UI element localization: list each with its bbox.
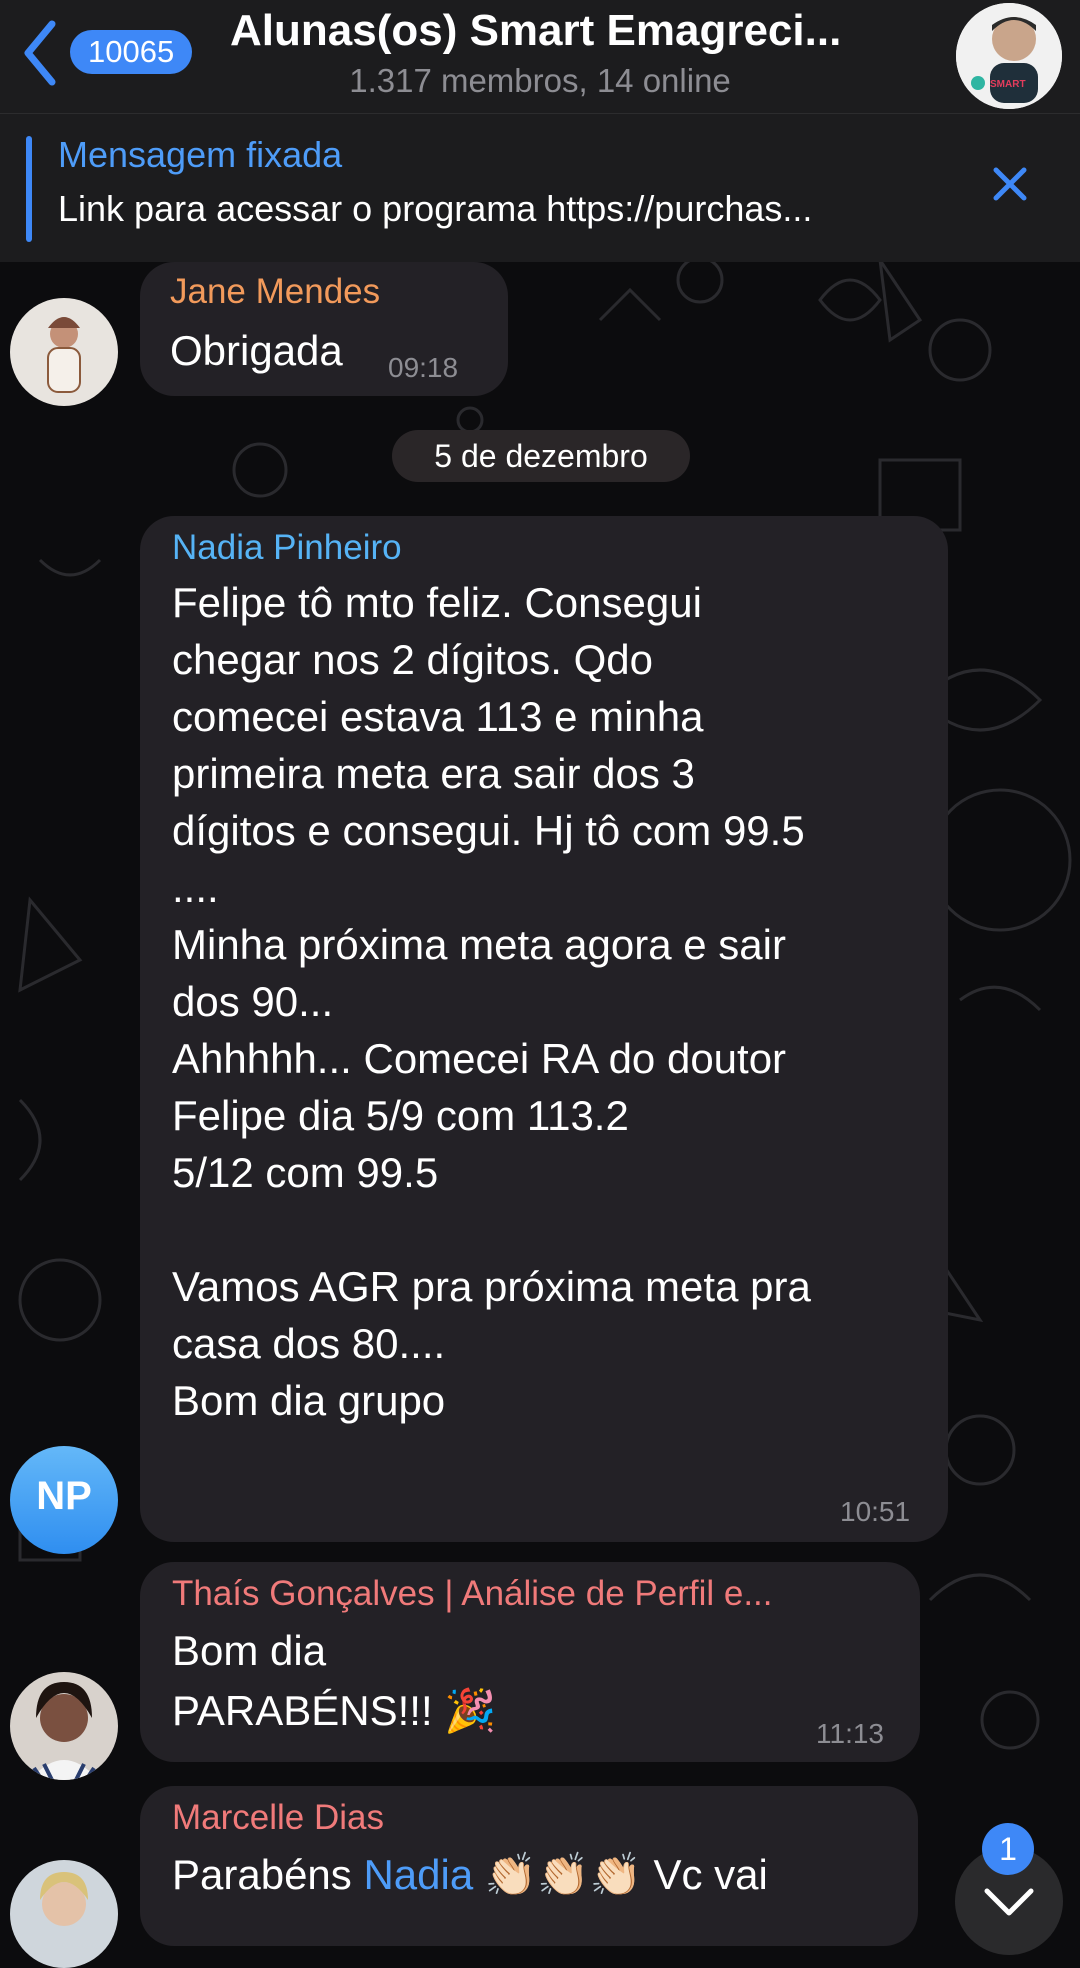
message-bubble[interactable]: Jane Mendes Obrigada 09:18 (140, 262, 508, 396)
message-text-line: PARABÉNS!!! 🎉 (172, 1687, 497, 1734)
mention-link[interactable]: Nadia (363, 1851, 473, 1898)
message-text: Felipe tô mto feliz. Consegui chegar nos… (172, 579, 811, 1424)
message-time: 10:51 (840, 1496, 911, 1527)
date-separator: 5 de dezembro (392, 430, 690, 482)
message-bubble[interactable]: Nadia Pinheiro Felipe tô mto feliz. Cons… (140, 516, 948, 1542)
group-avatar-brand: SMART (990, 79, 1026, 90)
group-avatar[interactable]: SMART (956, 3, 1062, 109)
chat-header: 10065 Alunas(os) Smart Emagreci... 1.317… (0, 0, 1080, 113)
close-icon[interactable] (990, 164, 1030, 204)
pinned-message-bar[interactable]: Mensagem fixada Link para acessar o prog… (0, 113, 1080, 262)
pinned-indicator (26, 136, 32, 242)
avatar[interactable] (10, 1860, 118, 1968)
sender-name[interactable]: Thaís Gonçalves | Análise de Perfil e... (172, 1574, 902, 1614)
sender-name[interactable]: Marcelle Dias (172, 1798, 384, 1838)
unread-count-badge: 1 (982, 1823, 1034, 1875)
message-text-suffix: 👏🏻👏🏻👏🏻 Vc vai (473, 1851, 768, 1898)
message-text: Parabéns Nadia 👏🏻👏🏻👏🏻 Vc vai (172, 1846, 768, 1903)
avatar[interactable] (10, 298, 118, 406)
sender-name[interactable]: Nadia Pinheiro (172, 528, 402, 568)
message-text: Obrigada (170, 327, 343, 374)
group-avatar-image (956, 3, 1062, 109)
message-bubble[interactable]: Marcelle Dias Parabéns Nadia 👏🏻👏🏻👏🏻 Vc v… (140, 1786, 918, 1946)
message-text-prefix: Parabéns (172, 1851, 364, 1898)
message-time: 09:18 (388, 352, 459, 383)
pinned-label: Mensagem fixada (58, 134, 343, 175)
chat-subtitle: 1.317 membros, 14 online (349, 62, 731, 99)
avatar[interactable]: NP (10, 1446, 118, 1554)
avatar[interactable] (10, 1672, 118, 1780)
avatar-photo (10, 298, 118, 406)
sender-name[interactable]: Jane Mendes (170, 272, 380, 312)
chat-title[interactable]: Alunas(os) Smart Emagreci... (230, 6, 910, 56)
avatar-photo (10, 1860, 118, 1968)
avatar-photo (10, 1672, 118, 1780)
message-text-line: Bom dia (172, 1627, 327, 1674)
message-time: 11:13 (816, 1718, 884, 1749)
avatar-initials: NP (36, 1474, 92, 1518)
pinned-text: Link para acessar o programa https://pur… (58, 188, 813, 229)
message-bubble[interactable]: Thaís Gonçalves | Análise de Perfil e...… (140, 1562, 920, 1762)
